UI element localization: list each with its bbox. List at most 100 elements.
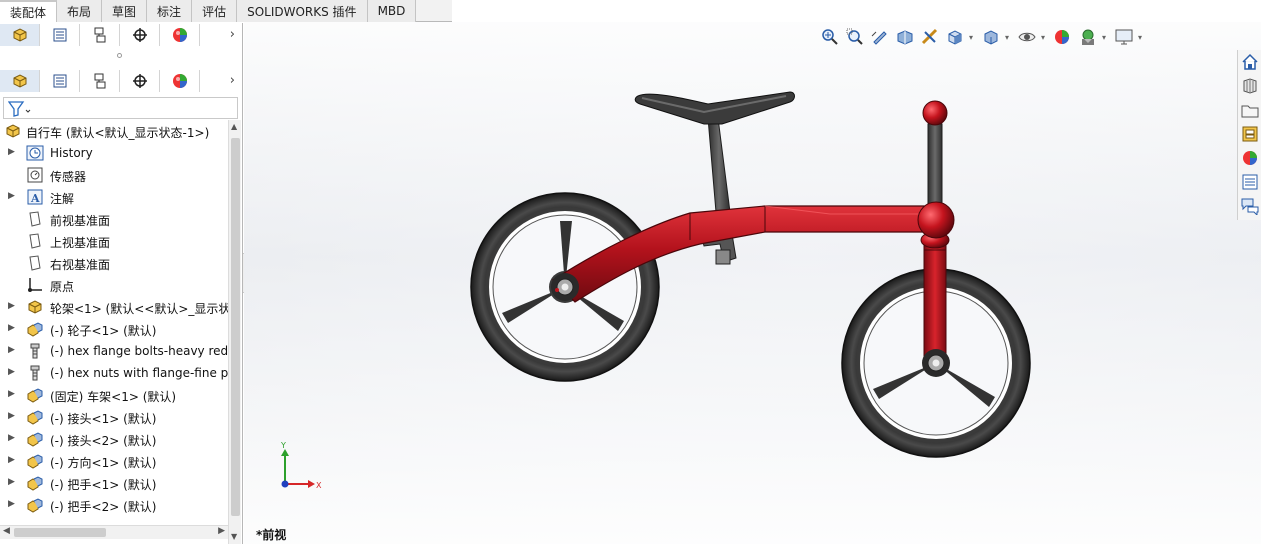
tree-item[interactable]: ▶ (-) 轮子<1> (默认): [0, 318, 228, 340]
expand-arrow-icon[interactable]: ▶: [8, 411, 16, 421]
scroll-down-icon[interactable]: ▼: [231, 532, 237, 541]
chevron-down-icon[interactable]: ▾: [1138, 33, 1146, 42]
view-palette-tab[interactable]: [1240, 124, 1260, 144]
property-list-icon: [53, 74, 66, 88]
expand-arrow-icon[interactable]: ▶: [8, 191, 16, 201]
dynamic-annotation-button[interactable]: [919, 26, 941, 48]
configuration-manager-tab[interactable]: [80, 24, 120, 46]
chevron-right-icon[interactable]: ›: [230, 73, 235, 88]
tree-item[interactable]: ▶ (-) hex flange bolts-heavy redu: [0, 340, 228, 362]
tab-0[interactable]: 装配体: [0, 0, 58, 22]
zoom-to-fit-button[interactable]: [819, 26, 841, 48]
appearance-icon: [1055, 30, 1069, 44]
previous-view-button[interactable]: [869, 26, 891, 48]
chevron-down-icon[interactable]: ▾: [969, 33, 977, 42]
tab-5[interactable]: SOLIDWORKS 插件: [237, 0, 368, 22]
zoom-to-fit-icon: [822, 29, 838, 45]
apply-scene-button[interactable]: [1077, 26, 1099, 48]
chevron-down-icon[interactable]: ▾: [1102, 33, 1110, 42]
bolt-icon: [30, 343, 40, 359]
expand-arrow-icon[interactable]: ▶: [8, 323, 16, 333]
dimxpert-manager-tab[interactable]: [120, 24, 160, 46]
tab-4[interactable]: 评估: [192, 0, 238, 22]
tree-vertical-scrollbar[interactable]: ▲ ▼: [228, 120, 241, 544]
tab-2[interactable]: 草图: [102, 0, 148, 22]
dynamic-annotation-icon: [921, 28, 938, 45]
tab-6[interactable]: MBD: [367, 0, 417, 22]
tree-item[interactable]: 传感器: [0, 164, 228, 186]
feature-manager-tab[interactable]: [0, 24, 40, 46]
expand-arrow-icon[interactable]: ▶: [8, 367, 16, 377]
tree-item[interactable]: ▶ (-) 把手<1> (默认): [0, 472, 228, 494]
appearances-tab[interactable]: [1240, 148, 1260, 168]
tree-item[interactable]: 前视基准面: [0, 208, 228, 230]
expand-arrow-icon[interactable]: ▶: [8, 345, 16, 355]
scroll-up-icon[interactable]: ▲: [231, 122, 237, 131]
plane-icon: [29, 233, 41, 249]
configuration-manager-tab-2[interactable]: [80, 70, 120, 92]
chevron-down-icon[interactable]: ▾: [1041, 33, 1049, 42]
section-view-button[interactable]: [894, 26, 916, 48]
tree-item-label: (-) hex nuts with flange-fine pi: [50, 366, 228, 380]
view-orientation-button[interactable]: [944, 26, 966, 48]
chevron-right-icon[interactable]: ›: [230, 27, 235, 42]
solidworks-resources-tab[interactable]: [1240, 52, 1260, 72]
plane-icon: [29, 211, 41, 227]
svg-text:A: A: [30, 192, 40, 205]
vertical-scroll-thumb[interactable]: [231, 138, 240, 516]
hide-show-items-button[interactable]: [1016, 26, 1038, 48]
tree-root-assembly[interactable]: 自行车 (默认<默认_显示状态-1>): [0, 120, 228, 142]
property-manager-tab[interactable]: [40, 24, 80, 46]
tree-item[interactable]: ▶ 轮架<1> (默认<<默认>_显示状: [0, 296, 228, 318]
tree-filter-input[interactable]: [3, 97, 238, 119]
tab-1[interactable]: 布局: [57, 0, 103, 22]
tree-item[interactable]: ▶ History: [0, 142, 228, 164]
forum-tab[interactable]: [1240, 196, 1260, 216]
design-library-tab[interactable]: [1240, 76, 1260, 96]
custom-properties-tab[interactable]: [1240, 172, 1260, 192]
part-icon: [27, 454, 43, 469]
tree-item[interactable]: ▶ A 注解: [0, 186, 228, 208]
graphics-viewport[interactable]: ▾ ▾ ▾ ▾ ▾ Y X *前视: [244, 22, 1261, 544]
tree-item[interactable]: ▶ (-) 接头<1> (默认): [0, 406, 228, 428]
dimxpert-manager-tab-2[interactable]: [120, 70, 160, 92]
tree-item[interactable]: 原点: [0, 274, 228, 296]
display-manager-tab[interactable]: [160, 24, 200, 46]
section-view-icon: [897, 30, 913, 45]
expand-arrow-icon[interactable]: ▶: [8, 389, 16, 399]
tree-item[interactable]: ▶ (-) hex nuts with flange-fine pi: [0, 362, 228, 384]
tree-horizontal-scrollbar[interactable]: ◀ ▶: [0, 525, 228, 539]
expand-arrow-icon[interactable]: ▶: [8, 477, 16, 487]
axis-x-label: X: [316, 481, 322, 490]
horizontal-scroll-thumb[interactable]: [14, 528, 106, 537]
file-explorer-tab[interactable]: [1240, 100, 1260, 120]
tree-item[interactable]: ▶ (固定) 车架<1> (默认): [0, 384, 228, 406]
part-icon: [27, 388, 43, 403]
scroll-right-icon[interactable]: ▶: [218, 526, 225, 536]
tree-item[interactable]: ▶ (-) 接头<2> (默认): [0, 428, 228, 450]
tree-item[interactable]: 上视基准面: [0, 230, 228, 252]
feature-manager-tab-active[interactable]: [0, 70, 40, 92]
edit-appearance-button[interactable]: [1052, 26, 1074, 48]
seat-assembly[interactable]: [634, 91, 795, 213]
scroll-left-icon[interactable]: ◀: [3, 526, 10, 536]
tree-item-label: History: [50, 146, 93, 160]
expand-arrow-icon[interactable]: ▶: [8, 301, 16, 311]
tree-item[interactable]: ▶ (-) 把手<2> (默认): [0, 494, 228, 516]
collapse-handle[interactable]: [117, 53, 122, 58]
tree-item[interactable]: ▶ (-) 方向<1> (默认): [0, 450, 228, 472]
tree-item[interactable]: 右视基准面: [0, 252, 228, 274]
display-style-button[interactable]: [980, 26, 1002, 48]
property-manager-tab-2[interactable]: [40, 70, 80, 92]
expand-arrow-icon[interactable]: ▶: [8, 499, 16, 509]
display-manager-tab-2[interactable]: [160, 70, 200, 92]
expand-arrow-icon[interactable]: ▶: [8, 433, 16, 443]
tab-3[interactable]: 标注: [147, 0, 193, 22]
chevron-down-icon[interactable]: ▾: [1005, 33, 1013, 42]
view-settings-button[interactable]: [1113, 26, 1135, 48]
expand-arrow-icon[interactable]: ▶: [8, 147, 16, 157]
scene-icon: [1082, 29, 1094, 45]
expand-arrow-icon[interactable]: ▶: [8, 455, 16, 465]
zoom-to-area-button[interactable]: [844, 26, 866, 48]
bicycle-model[interactable]: [244, 22, 1261, 544]
